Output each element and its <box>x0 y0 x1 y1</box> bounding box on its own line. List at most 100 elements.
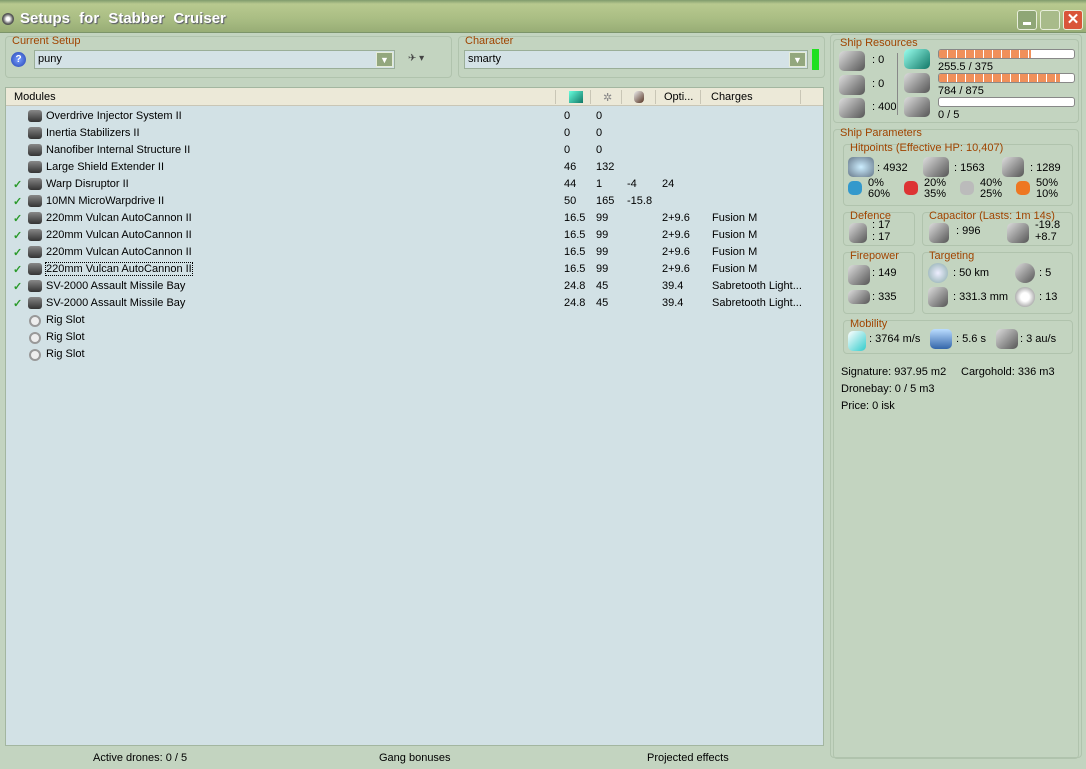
module-icon <box>28 110 42 122</box>
capacitor-recharge-icon <box>1007 223 1029 243</box>
cargohold-value: Cargohold: 336 m3 <box>961 366 1055 378</box>
module-row[interactable]: ✓ 220mm Vulcan AutoCannon II 16.5 99 2+9.6 Fu… <box>6 244 823 261</box>
check-icon[interactable]: ✓ <box>13 246 22 259</box>
active-drones-button[interactable]: Active drones: 0 / 5 <box>93 752 187 764</box>
check-icon[interactable]: ✓ <box>13 297 22 310</box>
module-row[interactable]: ✓ 10MN MicroWarpdrive II 50 165 -15.8 <box>6 193 823 210</box>
module-cpu: 16.5 <box>564 212 586 224</box>
module-icon <box>28 144 42 156</box>
warp-speed-value: : 3 au/s <box>1020 333 1057 345</box>
check-icon[interactable]: ✓ <box>13 178 22 191</box>
check-icon[interactable]: ✓ <box>13 280 22 293</box>
module-opti: 2+9.6 <box>662 263 690 275</box>
title-bar: Setups for Stabber Cruiser ✕ <box>0 0 1086 33</box>
check-icon[interactable]: ✓ <box>13 195 22 208</box>
module-name: 220mm Vulcan AutoCannon II <box>46 246 192 258</box>
minimize-button[interactable] <box>1017 10 1037 30</box>
modules-header: Modules ✲ Opti... Charges <box>6 88 823 106</box>
ship-menu-button[interactable]: ✈ ▾ <box>408 53 436 67</box>
chevron-down-icon[interactable]: ▼ <box>789 52 806 67</box>
signature-value: Signature: 937.95 m2 <box>841 366 947 378</box>
gang-bonuses-button[interactable]: Gang bonuses <box>379 752 451 764</box>
chevron-down-icon[interactable]: ▼ <box>376 52 393 67</box>
module-row[interactable]: ✓ 220mm Vulcan AutoCannon II 16.5 99 2+9.6 Fu… <box>6 210 823 227</box>
module-row[interactable]: Overdrive Injector System II 0 0 <box>6 108 823 125</box>
scan-resolution-icon <box>928 287 948 307</box>
module-row[interactable]: ✓ Warp Disruptor II 44 1 -4 24 <box>6 176 823 193</box>
module-name: Inertia Stabilizers II <box>46 127 140 139</box>
module-cpu: 0 <box>564 144 571 156</box>
module-row[interactable]: ✓ SV-2000 Assault Missile Bay 24.8 45 39.4 Sa… <box>6 295 823 312</box>
targeting-label: Targeting <box>929 250 975 262</box>
column-modules[interactable]: Modules <box>14 91 56 103</box>
rig-slot-icon <box>29 332 41 344</box>
modules-list[interactable]: Modules ✲ Opti... Charges Overdrive Inje… <box>5 87 824 746</box>
column-charges[interactable]: Charges <box>711 91 753 103</box>
defence-value-2: : 17 <box>872 231 891 243</box>
character-value: smarty <box>468 53 501 65</box>
module-row[interactable]: Rig Slot <box>6 346 823 363</box>
character-group: Character smarty ▼ <box>458 35 825 78</box>
powergrid-icon[interactable]: ✲ <box>603 91 612 104</box>
velocity-icon <box>848 331 866 351</box>
em-resist-icon <box>848 181 862 195</box>
powergrid-value: 784 / 875 <box>938 85 984 97</box>
module-row[interactable]: ✓ 220mm Vulcan AutoCannon II 16.5 99 2+9.6 Fu… <box>6 261 823 278</box>
kinetic-resist-b: 25% <box>980 188 1003 200</box>
ship-info-panel: Ship Resources : 0 : 0 : 400 255.5 / 375… <box>830 34 1082 759</box>
projected-effects-button[interactable]: Projected effects <box>647 752 729 764</box>
character-select[interactable]: smarty ▼ <box>464 50 808 69</box>
sensor-strength-value: : 13 <box>1039 291 1058 303</box>
align-time-icon <box>930 329 952 349</box>
module-cpu: 16.5 <box>564 246 586 258</box>
module-cpu: 50 <box>564 195 577 207</box>
ship-parameters-label: Ship Parameters <box>840 127 922 139</box>
missile-dps-icon <box>848 290 870 304</box>
module-name: 220mm Vulcan AutoCannon II <box>46 229 192 241</box>
module-row[interactable]: Rig Slot <box>6 329 823 346</box>
module-icon <box>28 246 42 258</box>
capacitor-icon[interactable] <box>634 91 644 103</box>
current-setup-label: Current Setup <box>12 35 81 47</box>
module-row[interactable]: Nanofiber Internal Structure II 0 0 <box>6 142 823 159</box>
hitpoints-label: Hitpoints (Effective HP: 10,407) <box>850 142 1004 154</box>
calibration-value: : 400 <box>872 101 897 113</box>
check-icon[interactable]: ✓ <box>13 229 22 242</box>
module-pg: 99 <box>596 263 609 275</box>
shield-hp-value: : 4932 <box>877 162 908 174</box>
module-opti: 24 <box>662 178 675 190</box>
check-icon[interactable]: ✓ <box>13 263 22 276</box>
setup-select[interactable]: puny ▼ <box>34 50 395 69</box>
close-button[interactable]: ✕ <box>1063 10 1083 30</box>
drones-bar <box>938 97 1075 107</box>
cpu-icon[interactable] <box>569 91 583 103</box>
armor-hp-icon <box>923 157 949 177</box>
turret-dps-value: : 149 <box>872 267 897 279</box>
defence-icon <box>849 223 867 243</box>
sensor-strength-icon <box>1015 287 1035 307</box>
capacitor-use-value: -19.8 <box>1035 219 1061 231</box>
character-label: Character <box>465 35 514 47</box>
module-row[interactable]: ✓ SV-2000 Assault Missile Bay 24.8 45 39.4 Sa… <box>6 278 823 295</box>
price-value: Price: 0 isk <box>841 400 895 412</box>
maximize-button[interactable] <box>1040 10 1060 30</box>
module-row[interactable]: Rig Slot <box>6 312 823 329</box>
module-name: Warp Disruptor II <box>46 178 129 190</box>
mobility-label: Mobility <box>850 318 888 330</box>
module-row[interactable]: ✓ 220mm Vulcan AutoCannon II 16.5 99 2+9.6 Fu… <box>6 227 823 244</box>
module-charges: Fusion M <box>712 229 758 241</box>
current-setup-group: Current Setup ? puny ▼ ✈ ▾ <box>5 35 452 78</box>
module-row[interactable]: Large Shield Extender II 46 132 <box>6 159 823 176</box>
structure-hp-icon <box>1002 157 1024 177</box>
help-icon[interactable]: ? <box>11 52 26 67</box>
column-optimal[interactable]: Opti... <box>664 91 693 103</box>
module-name: 220mm Vulcan AutoCannon II <box>45 262 193 276</box>
cpu-bar <box>938 49 1075 59</box>
module-icon <box>28 212 42 224</box>
module-pg: 99 <box>596 246 609 258</box>
module-name: Rig Slot <box>46 314 85 326</box>
module-row[interactable]: Inertia Stabilizers II 0 0 <box>6 125 823 142</box>
missile-dps-value: : 335 <box>872 291 897 303</box>
capacitor-recharge-value: +8.7 <box>1035 231 1057 243</box>
check-icon[interactable]: ✓ <box>13 212 22 225</box>
